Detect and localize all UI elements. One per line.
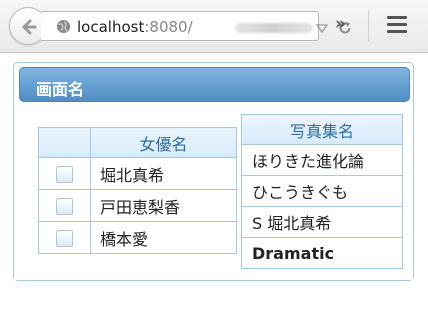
table-row: ひこうきぐも (241, 175, 403, 207)
table-row: ほりきた進化論 (241, 144, 403, 176)
photobook-title: ひこうきぐも (241, 175, 403, 207)
select-column-header (38, 127, 91, 158)
actress-name-header: 女優名 (90, 127, 237, 158)
actress-name: 堀北真希 (90, 157, 237, 190)
globe-icon (56, 19, 71, 34)
row-checkbox[interactable] (56, 230, 73, 247)
url-text: localhost:8080/ (77, 18, 193, 36)
photobook-table-header-row: 写真集名 (241, 114, 403, 145)
actress-table-header-row: 女優名 (38, 127, 237, 158)
page-title: 画面名 (19, 67, 410, 102)
dropmarker-icon[interactable] (316, 24, 328, 33)
photobook-title: ほりきた進化論 (241, 144, 403, 176)
toolbar-separator (368, 10, 369, 42)
actress-name: 戸田恵梨香 (90, 189, 237, 222)
overflow-icon[interactable]: » (335, 14, 346, 34)
photobook-title: Dramatic (241, 237, 403, 269)
actress-name: 橋本愛 (90, 221, 237, 254)
table-row: S 堀北真希 (241, 206, 403, 238)
content-area: 女優名 堀北真希 戸田恵梨香 橋本愛 写真集名 ほりきた進化論 ひこうきぐも S… (14, 103, 413, 280)
actress-table: 女優名 堀北真希 戸田恵梨香 橋本愛 (38, 127, 237, 254)
page-panel: 画面名 女優名 堀北真希 戸田恵梨香 橋本愛 写真集名 ほりきた進化論 ひこうき… (13, 62, 414, 281)
row-checkbox[interactable] (56, 166, 73, 183)
photobook-name-header: 写真集名 (241, 114, 403, 145)
back-icon (22, 19, 37, 35)
url-port: :8080/ (144, 18, 193, 36)
url-redacted-path (235, 23, 313, 33)
url-bar[interactable]: localhost:8080/ (41, 11, 351, 41)
browser-toolbar: localhost:8080/ » (0, 0, 428, 53)
table-row: 堀北真希 (38, 157, 237, 190)
table-row: 橋本愛 (38, 221, 237, 254)
hamburger-menu-icon[interactable] (387, 16, 407, 34)
row-checkbox[interactable] (56, 198, 73, 215)
photobook-title: S 堀北真希 (241, 206, 403, 238)
table-row: Dramatic (241, 237, 403, 269)
url-host: localhost (77, 18, 145, 36)
photobook-table: 写真集名 ほりきた進化論 ひこうきぐも S 堀北真希 Dramatic (241, 114, 403, 269)
table-row: 戸田恵梨香 (38, 189, 237, 222)
